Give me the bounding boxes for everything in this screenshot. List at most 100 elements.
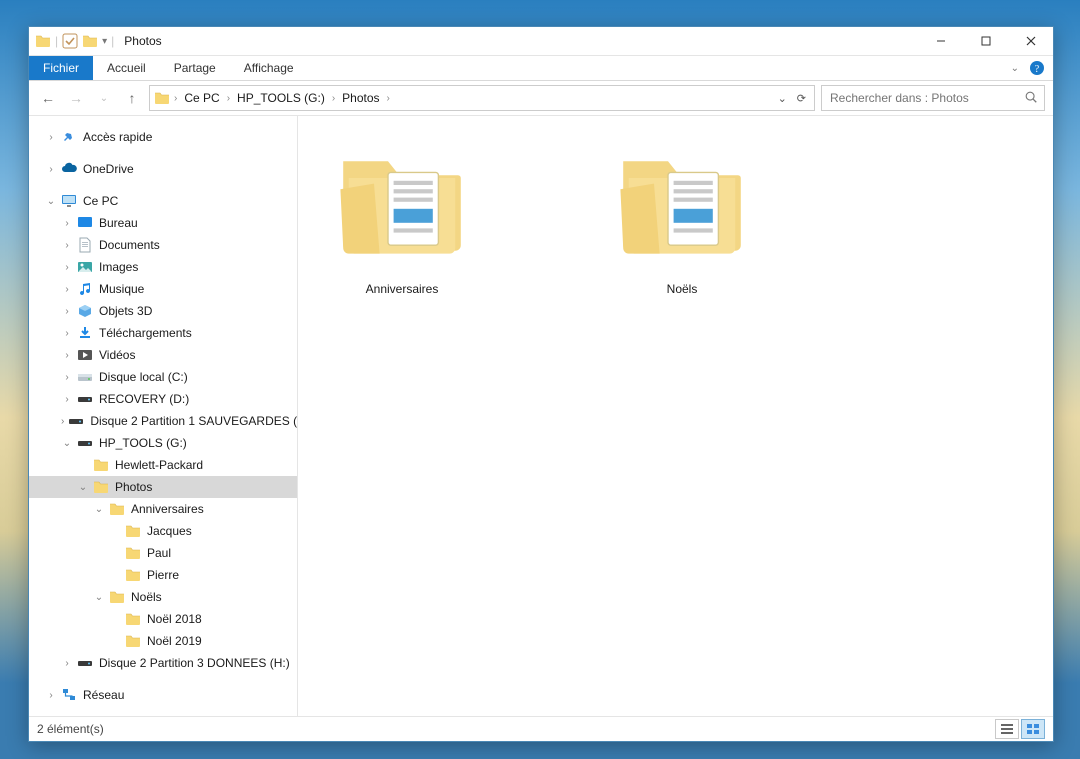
folder-item[interactable]: Noëls: [602, 136, 762, 296]
titlebar[interactable]: | ▾ | Photos: [29, 27, 1053, 56]
tree-folder-photos[interactable]: ⌄ Photos: [29, 476, 297, 498]
breadcrumb-item[interactable]: Photos: [339, 91, 382, 105]
tree-label: Accès rapide: [81, 130, 152, 144]
folder-item[interactable]: Anniversaires: [322, 136, 482, 296]
tree-item[interactable]: ›Documents: [29, 234, 297, 256]
collapse-icon[interactable]: ⌄: [77, 482, 89, 493]
collapse-icon[interactable]: ⌄: [93, 592, 105, 603]
drive-icon: [68, 413, 84, 429]
tree-item[interactable]: Noël 2019: [29, 630, 297, 652]
nav-forward-button[interactable]: →: [65, 87, 87, 109]
drive-icon: [77, 391, 93, 407]
tree-folder-anniversaires[interactable]: ⌄ Anniversaires: [29, 498, 297, 520]
tree-drive-g[interactable]: ⌄ HP_TOOLS (G:): [29, 432, 297, 454]
tree-item[interactable]: ›Images: [29, 256, 297, 278]
tree-label: Vidéos: [97, 348, 135, 362]
tree-item[interactable]: ›Téléchargements: [29, 322, 297, 344]
chevron-right-icon[interactable]: ›: [227, 93, 230, 104]
doc-icon: [77, 237, 93, 253]
collapse-icon[interactable]: ⌄: [45, 196, 57, 207]
network-icon: [61, 687, 77, 703]
tree-label: Pierre: [145, 568, 179, 582]
nav-up-button[interactable]: ↑: [121, 87, 143, 109]
expand-icon[interactable]: ›: [61, 262, 73, 273]
tree-label: Disque local (C:): [97, 370, 188, 384]
breadcrumb-item[interactable]: HP_TOOLS (G:): [234, 91, 328, 105]
expand-icon[interactable]: ›: [61, 372, 73, 383]
quick-access-toolbar: | ▾ | Photos: [29, 33, 162, 49]
folder-icon: [125, 567, 141, 583]
tree-label: Jacques: [145, 524, 192, 538]
expand-icon[interactable]: ›: [61, 350, 73, 361]
folder-caption: Noëls: [667, 282, 698, 296]
nav-recent-dropdown[interactable]: ⌄: [93, 87, 115, 109]
breadcrumb-item[interactable]: Ce PC: [181, 91, 222, 105]
expand-icon[interactable]: ›: [45, 164, 57, 175]
expand-icon[interactable]: ›: [61, 284, 73, 295]
tree-drive-h[interactable]: › Disque 2 Partition 3 DONNEES (H:): [29, 652, 297, 674]
navigation-pane[interactable]: › Accès rapide › OneDrive ⌄: [29, 116, 298, 716]
expand-icon[interactable]: ›: [61, 306, 73, 317]
expand-icon[interactable]: ›: [61, 658, 73, 669]
minimize-button[interactable]: [918, 27, 963, 55]
ribbon-tab-file[interactable]: Fichier: [29, 56, 93, 80]
ribbon-expand-icon[interactable]: ⌄: [1011, 56, 1019, 80]
search-input[interactable]: [828, 90, 1038, 106]
expand-icon[interactable]: ›: [45, 132, 57, 143]
ribbon-tab-home[interactable]: Accueil: [93, 56, 160, 80]
cloud-icon: [61, 161, 77, 177]
collapse-icon[interactable]: ⌄: [93, 504, 105, 515]
tree-quick-access[interactable]: › Accès rapide: [29, 126, 297, 148]
breadcrumb-label: HP_TOOLS (G:): [237, 91, 325, 105]
refresh-icon[interactable]: ⟳: [797, 92, 806, 105]
tree-item[interactable]: ›Objets 3D: [29, 300, 297, 322]
search-box[interactable]: [821, 85, 1045, 111]
drive-icon: [77, 435, 93, 451]
address-bar[interactable]: › Ce PC › HP_TOOLS (G:) › Photos › ⌄ ⟳: [149, 85, 815, 111]
tree-item[interactable]: ›Bureau: [29, 212, 297, 234]
ribbon-tab-share[interactable]: Partage: [160, 56, 230, 80]
tree-item[interactable]: › Disque local (C:): [29, 366, 297, 388]
expand-icon[interactable]: ›: [61, 394, 73, 405]
tree-item[interactable]: Pierre: [29, 564, 297, 586]
ribbon-tab-view[interactable]: Affichage: [230, 56, 308, 80]
expand-icon[interactable]: ›: [61, 218, 73, 229]
view-details-button[interactable]: [995, 719, 1019, 739]
help-icon[interactable]: [1027, 56, 1047, 80]
tree-folder-noels[interactable]: ⌄ Noëls: [29, 586, 297, 608]
tree-item[interactable]: ›Musique: [29, 278, 297, 300]
tree-label: OneDrive: [81, 162, 134, 176]
tree-network[interactable]: › Réseau: [29, 684, 297, 706]
folder-large-icon: [612, 136, 752, 276]
tree-folder-hewlett[interactable]: Hewlett-Packard: [29, 454, 297, 476]
video-icon: [77, 347, 93, 363]
nav-back-button[interactable]: ←: [37, 87, 59, 109]
desktop-icon: [77, 215, 93, 231]
close-button[interactable]: [1008, 27, 1053, 55]
tree-item[interactable]: › Vidéos: [29, 344, 297, 366]
qat-dropdown-icon[interactable]: ▾: [102, 36, 107, 47]
tree-item[interactable]: Paul: [29, 542, 297, 564]
expand-icon[interactable]: ›: [61, 240, 73, 251]
addressbar-dropdown-icon[interactable]: ⌄: [778, 92, 787, 105]
content-pane[interactable]: Anniversaires Noëls: [298, 116, 1053, 716]
tree-this-pc[interactable]: ⌄ Ce PC: [29, 190, 297, 212]
qat-newfolder-icon[interactable]: [82, 33, 98, 49]
tree-item[interactable]: ›Disque 2 Partition 1 SAUVEGARDES (F:): [29, 410, 297, 432]
expand-icon[interactable]: ›: [45, 690, 57, 701]
qat-properties-icon[interactable]: [62, 33, 78, 49]
view-large-icons-button[interactable]: [1021, 719, 1045, 739]
tree-onedrive[interactable]: › OneDrive: [29, 158, 297, 180]
expand-icon[interactable]: ›: [61, 416, 64, 427]
tree-label: Noël 2019: [145, 634, 202, 648]
chevron-right-icon[interactable]: ›: [387, 93, 390, 104]
tree-item[interactable]: Jacques: [29, 520, 297, 542]
chevron-right-icon[interactable]: ›: [174, 93, 177, 104]
maximize-button[interactable]: [963, 27, 1008, 55]
chevron-right-icon[interactable]: ›: [332, 93, 335, 104]
tree-label: HP_TOOLS (G:): [97, 436, 187, 450]
expand-icon[interactable]: ›: [61, 328, 73, 339]
collapse-icon[interactable]: ⌄: [61, 438, 73, 449]
tree-item[interactable]: Noël 2018: [29, 608, 297, 630]
tree-item[interactable]: ›RECOVERY (D:): [29, 388, 297, 410]
